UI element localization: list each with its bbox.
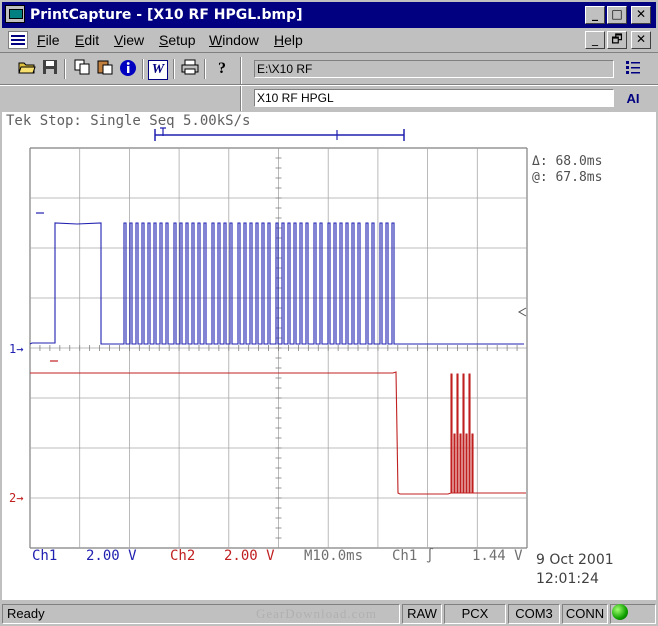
info-icon[interactable] <box>117 59 139 79</box>
ch1-label: Ch1 <box>32 548 57 564</box>
path-field[interactable]: E:\X10 RF <box>254 60 614 78</box>
menu-file[interactable]: File <box>37 32 60 48</box>
wavestar-icon[interactable]: W <box>148 60 168 80</box>
watermark: GearDownload.com <box>256 606 378 621</box>
menu-window[interactable]: Window <box>209 32 259 48</box>
name-field[interactable]: X10 RF HPGL <box>254 89 614 107</box>
maximize-button[interactable]: □ <box>607 6 627 24</box>
menu-setup[interactable]: Setup <box>159 32 196 48</box>
trigger-source: Ch1 ∫ <box>392 547 434 564</box>
connection-led-icon <box>612 604 628 620</box>
child-minimize-button[interactable]: _ <box>585 31 605 49</box>
print-icon[interactable] <box>179 59 201 79</box>
toolbar-separator <box>142 59 144 79</box>
close-button[interactable]: ✕ <box>631 6 651 24</box>
ch2-trace <box>30 371 526 495</box>
help-question-icon[interactable]: ? <box>211 59 233 79</box>
title-bar[interactable]: PrintCapture - [X10 RF HPGL.bmp] _ □ ✕ <box>2 2 656 28</box>
capture-time: 12:01:24 <box>536 571 599 587</box>
save-disk-icon[interactable] <box>39 59 61 79</box>
toolbar-separator <box>240 87 242 111</box>
trigger-level-arrow-icon <box>517 307 527 317</box>
ch1-trace <box>29 222 524 345</box>
menu-help[interactable]: Help <box>274 32 303 48</box>
ch2-ground-marker: 2→ <box>9 491 23 505</box>
raw-indicator: RAW <box>402 604 442 624</box>
scope-capture: Tek Stop: Single Seq 5.00kS/s Δ: 68.0ms … <box>2 112 656 600</box>
toolbar-divider <box>0 84 658 86</box>
trigger-level: 1.44 V <box>472 548 523 564</box>
at-readout: @: 67.8ms <box>532 170 602 185</box>
open-folder-icon[interactable] <box>16 59 38 79</box>
app-icon[interactable] <box>5 5 25 23</box>
delta-readout: Δ: 68.0ms <box>532 154 602 169</box>
document-icon[interactable] <box>8 31 28 49</box>
timebase-readout: M10.0ms <box>304 548 363 564</box>
ch1-ground-marker: 1→ <box>9 342 23 356</box>
menu-view[interactable]: View <box>114 32 144 48</box>
toolbar: W ? E:\X10 RF X10 RF HPGL AI <box>0 52 658 113</box>
child-close-button[interactable]: ✕ <box>631 31 651 49</box>
toolbar-separator <box>64 59 66 79</box>
connection-indicator: CONN <box>562 604 608 624</box>
ai-icon[interactable]: AI <box>622 89 644 109</box>
trigger-position-bar <box>154 127 405 141</box>
ch2-scale: 2.00 V <box>224 548 275 564</box>
toolbar-separator <box>173 59 175 79</box>
child-restore-button[interactable]: 🗗 <box>607 31 627 49</box>
ch1-scale: 2.00 V <box>86 548 137 564</box>
scope-header: Tek Stop: Single Seq 5.00kS/s <box>6 113 250 129</box>
capture-date: 9 Oct 2001 <box>536 552 614 568</box>
minimize-button[interactable]: _ <box>585 6 605 24</box>
scope-display: Tek Stop: Single Seq 5.00kS/s Δ: 68.0ms … <box>6 113 614 587</box>
list-icon[interactable] <box>622 59 644 79</box>
com-port-indicator: COM3 <box>508 604 560 624</box>
copy-icon[interactable] <box>71 59 93 79</box>
paste-icon[interactable] <box>94 59 116 79</box>
menu-bar: File Edit View Setup Window Help _ 🗗 ✕ <box>2 28 656 52</box>
ch2-label: Ch2 <box>170 548 195 564</box>
menu-edit[interactable]: Edit <box>75 32 99 48</box>
toolbar-separator <box>204 59 206 79</box>
window-title: PrintCapture - [X10 RF HPGL.bmp] <box>30 7 303 23</box>
pcx-indicator: PCX <box>444 604 506 624</box>
